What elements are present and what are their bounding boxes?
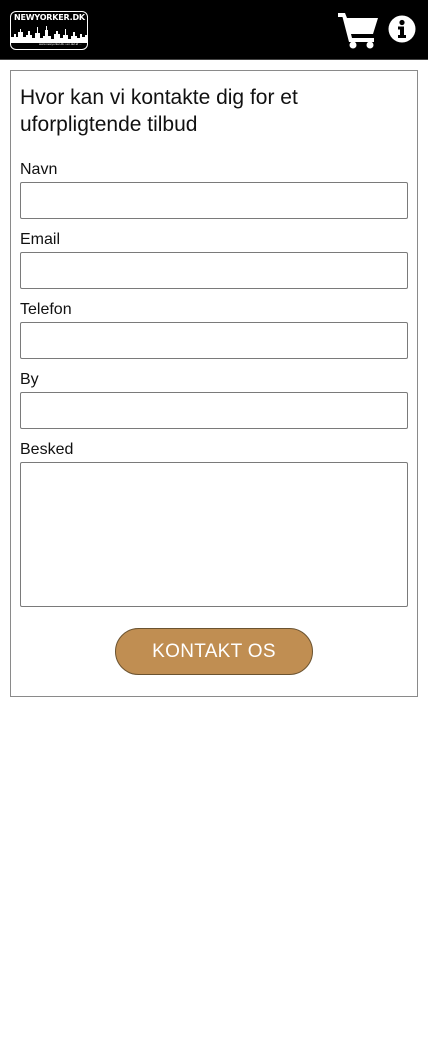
name-field[interactable] (20, 182, 408, 219)
form-title: Hvor kan vi kontakte dig for et uforplig… (20, 86, 298, 136)
top-navigation-bar: NEWYORKER.DK www.newyorker.dk • en del a… (0, 0, 428, 60)
email-field[interactable] (20, 252, 408, 289)
logo-brand-text: NEWYORKER.DK (14, 13, 85, 22)
phone-field[interactable] (20, 322, 408, 359)
message-label: Besked (20, 441, 74, 458)
contact-us-button[interactable]: KONTAKT OS (115, 628, 313, 675)
contact-form-card: Hvor kan vi kontakte dig for et uforplig… (10, 70, 418, 697)
skyline-logo-icon (11, 26, 87, 43)
city-field[interactable] (20, 392, 408, 429)
logo-tagline: www.newyorker.dk • en del af ... (39, 42, 82, 46)
city-label: By (20, 371, 39, 388)
name-label: Navn (20, 161, 58, 178)
phone-label: Telefon (20, 301, 72, 318)
info-circle-icon[interactable] (388, 15, 416, 43)
shopping-cart-icon[interactable] (338, 11, 380, 49)
email-label: Email (20, 231, 61, 248)
message-textarea[interactable] (20, 462, 408, 607)
site-logo[interactable]: NEWYORKER.DK www.newyorker.dk • en del a… (10, 11, 88, 50)
